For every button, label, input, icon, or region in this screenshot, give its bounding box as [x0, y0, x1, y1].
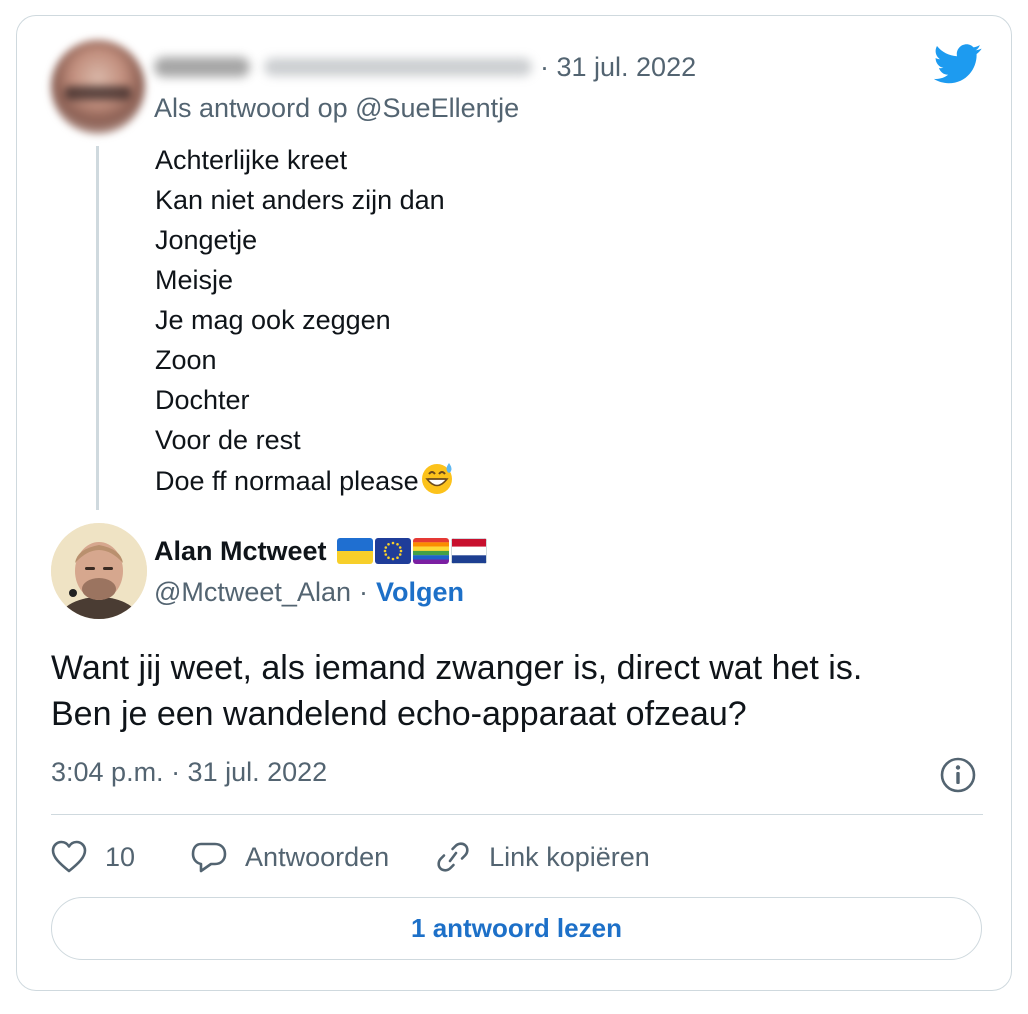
info-icon[interactable] — [939, 756, 977, 794]
parent-text-line: Meisje — [155, 265, 234, 295]
reply-button[interactable]: Antwoorden — [191, 840, 389, 874]
ukraine-flag-icon — [336, 538, 373, 564]
eu-flag-icon — [374, 538, 411, 564]
netherlands-flag-icon — [450, 538, 487, 564]
main-author-avatar[interactable] — [51, 523, 147, 619]
twitter-bird-icon[interactable] — [934, 44, 982, 84]
link-icon — [437, 842, 469, 872]
handle-separator: · — [359, 576, 368, 607]
tweet-timestamp[interactable]: 3:04 p.m. · 31 jul. 2022 — [51, 757, 327, 788]
grinning-sweat-emoji-icon — [419, 460, 455, 507]
replying-to-label: Als antwoord op @SueEllentje — [154, 93, 520, 123]
like-count: 10 — [105, 841, 136, 872]
main-author-handle[interactable]: @Mctweet_Alan — [154, 577, 351, 608]
parent-text-line: Achterlijke kreet — [155, 145, 348, 175]
follow-button[interactable]: Volgen — [376, 577, 464, 608]
heart-icon — [51, 840, 87, 873]
parent-text-line: Jongetje — [155, 225, 258, 255]
like-button[interactable]: 10 — [51, 840, 135, 874]
parent-author-name-blurred[interactable] — [154, 57, 250, 77]
parent-text-line: Zoon — [155, 345, 217, 375]
parent-tweet-text: Achterlijke kreet Kan niet anders zijn d… — [155, 140, 455, 507]
main-author-name-row: Alan Mctweet — [154, 531, 489, 571]
main-author-handle-row: @Mctweet_Alan · Volgen — [154, 574, 464, 610]
parent-text-line: Je mag ook zeggen — [155, 305, 391, 335]
parent-tweet-date[interactable]: · 31 jul. 2022 — [540, 52, 696, 83]
parent-tweet-header: · 31 jul. 2022 — [154, 50, 696, 84]
parent-text-line: Voor de rest — [155, 425, 301, 455]
parent-author-handle-blurred[interactable] — [264, 58, 532, 76]
parent-text-line-last: Doe ff normaal please — [155, 460, 455, 507]
tweet-actions-bar: 10 Antwoorden Link kopiëren — [51, 834, 650, 880]
main-tweet-text: Want jij weet, als iemand zwanger is, di… — [51, 645, 862, 737]
parent-text-last: Doe ff normaal please — [155, 466, 419, 496]
parent-text-line: Dochter — [155, 385, 250, 415]
copy-link-button[interactable]: Link kopiëren — [435, 840, 650, 874]
parent-author-avatar[interactable] — [51, 40, 145, 134]
actions-divider — [51, 814, 983, 815]
main-text-line: Want jij weet, als iemand zwanger is, di… — [51, 649, 863, 687]
rainbow-flag-icon — [412, 538, 449, 564]
reply-bubble-icon — [191, 842, 227, 873]
reply-label: Antwoorden — [245, 841, 390, 872]
thread-connector-line — [96, 146, 99, 510]
main-author-name[interactable]: Alan Mctweet — [154, 536, 327, 567]
main-text-line: Ben je een wandelend echo-apparaat ofzea… — [51, 695, 747, 733]
copy-link-label: Link kopiëren — [489, 841, 650, 872]
parent-text-line: Kan niet anders zijn dan — [155, 185, 445, 215]
read-replies-button[interactable]: 1 antwoord lezen — [51, 897, 982, 960]
